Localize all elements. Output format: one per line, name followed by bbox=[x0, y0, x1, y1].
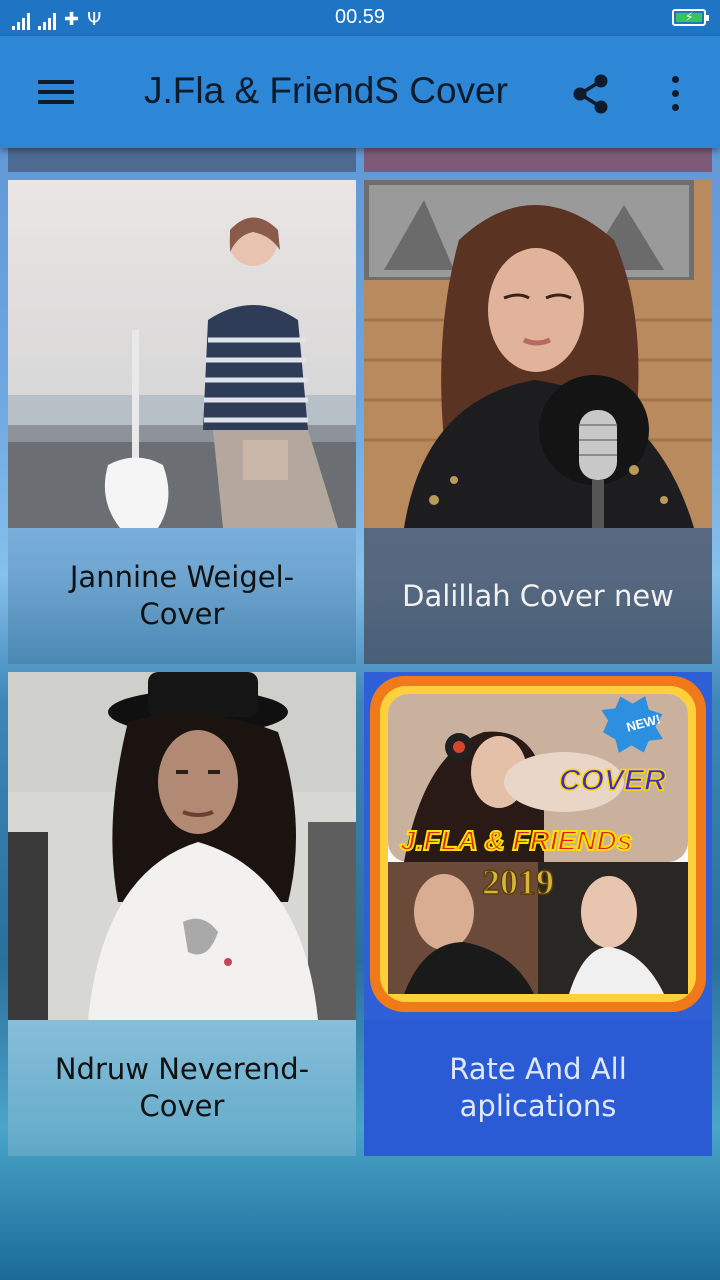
promo-title-text: J.FLA & FRIENDs bbox=[400, 825, 632, 856]
more-vert-icon[interactable] bbox=[660, 72, 692, 116]
cover-card-ndruw[interactable]: Ndruw Neverend-Cover bbox=[8, 672, 356, 1156]
hamburger-icon[interactable] bbox=[36, 78, 76, 106]
previous-card-left[interactable] bbox=[8, 148, 356, 172]
promo-cover-text: COVER bbox=[559, 764, 666, 797]
page-title: J.Fla & FriendS Cover bbox=[144, 70, 508, 111]
card-label: Ndruw Neverend-Cover bbox=[54, 1052, 310, 1123]
cover-card-jannine[interactable]: Jannine Weigel-Cover bbox=[8, 180, 356, 664]
battery-icon: ⚡ bbox=[672, 9, 709, 26]
status-time: 00.59 bbox=[334, 6, 386, 28]
previous-card-right[interactable] bbox=[364, 148, 712, 172]
card-label-area: Jannine Weigel-Cover bbox=[8, 528, 356, 664]
promo-year-text: 2019 bbox=[482, 862, 554, 902]
cover-card-dalillah[interactable]: Dalillah Cover new bbox=[364, 180, 712, 664]
card-label: Rate And All aplications bbox=[449, 1052, 627, 1123]
ndruw-thumbnail bbox=[8, 672, 356, 1020]
card-label: Jannine Weigel-Cover bbox=[69, 560, 295, 631]
status-bar: ✚ Ψ 00.59 ⚡ bbox=[0, 0, 720, 36]
card-label-area: Ndruw Neverend-Cover bbox=[8, 1020, 356, 1156]
card-label-area: Rate And All aplications bbox=[364, 1020, 712, 1156]
dalillah-thumbnail bbox=[364, 180, 712, 528]
share-icon[interactable] bbox=[570, 72, 614, 116]
rate-and-apps-card[interactable]: NEW! COVER J.FLA & FRIENDs 2019 Rate And… bbox=[364, 672, 712, 1156]
promo-thumbnail: NEW! COVER J.FLA & FRIENDs 2019 bbox=[364, 672, 712, 1020]
jannine-thumbnail bbox=[8, 180, 356, 528]
app-bar: J.Fla & FriendS Cover bbox=[0, 36, 720, 148]
card-label: Dalillah Cover new bbox=[402, 578, 674, 613]
card-label-area: Dalillah Cover new bbox=[364, 528, 712, 664]
